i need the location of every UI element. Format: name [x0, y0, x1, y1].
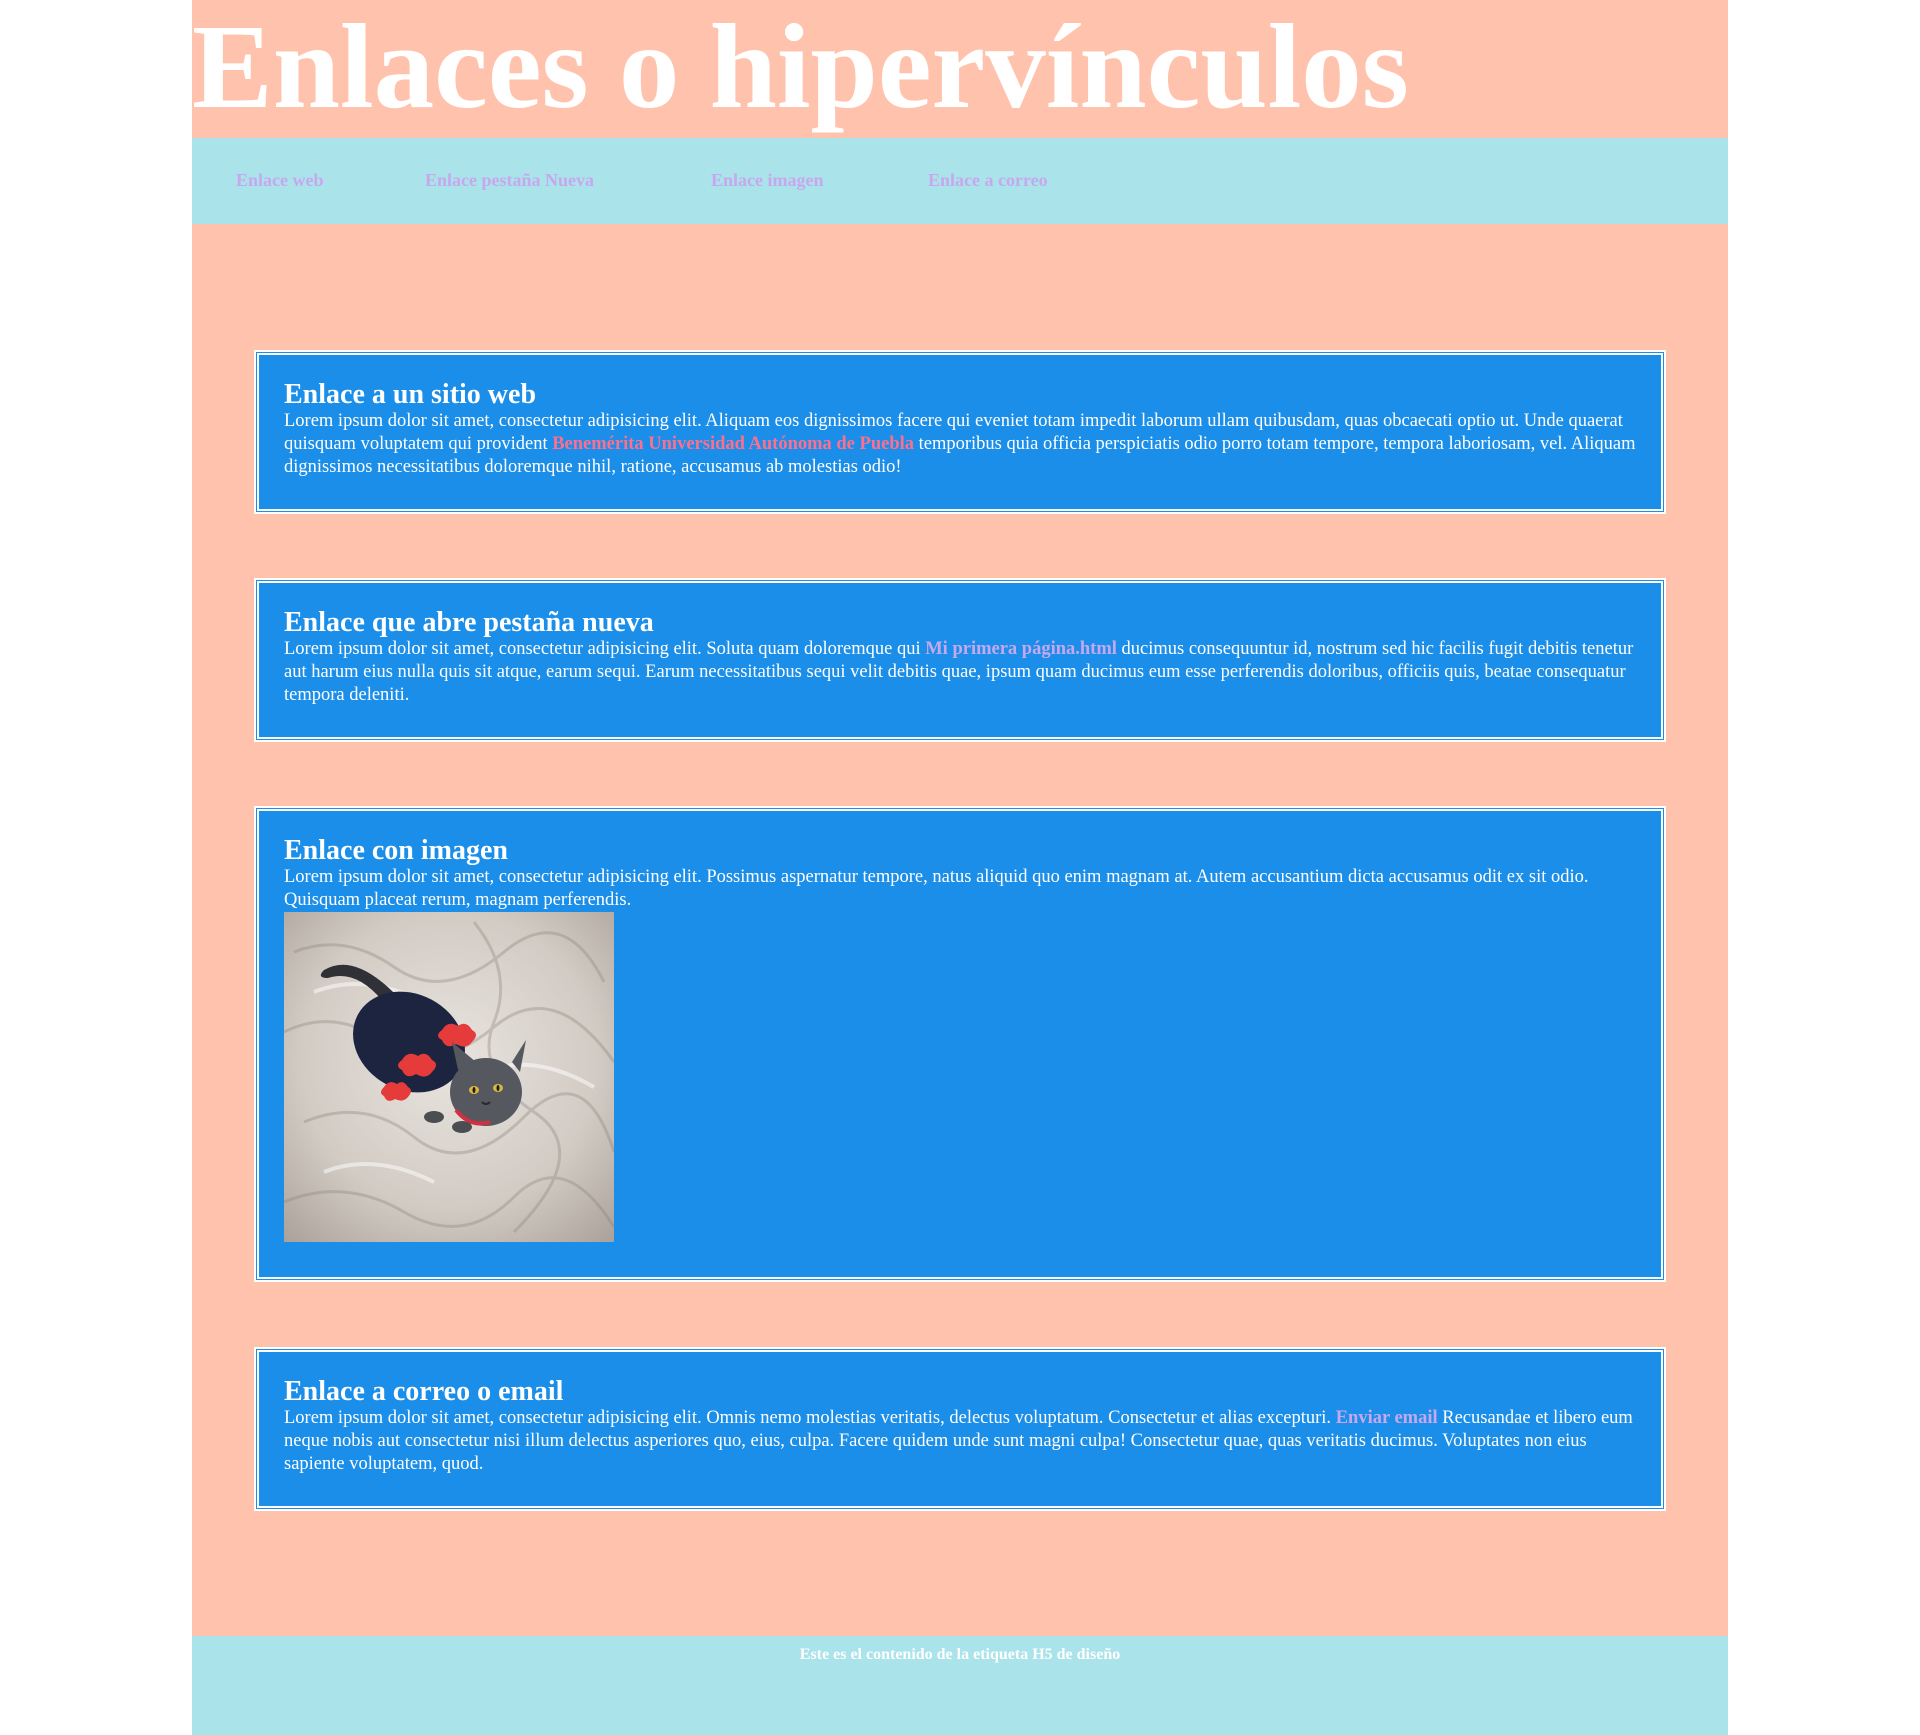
- section-website-link: Enlace a un sitio web Lorem ipsum dolor …: [254, 350, 1666, 514]
- footer-text: Este es el contenido de la etiqueta H5 d…: [799, 1646, 1121, 1663]
- section-paragraph: Lorem ipsum dolor sit amet, consectetur …: [284, 1408, 1633, 1474]
- nav-link-image[interactable]: Enlace imagen: [711, 170, 824, 190]
- section-image-link: Enlace con imagen Lorem ipsum dolor sit …: [254, 806, 1666, 1282]
- cat-image-link[interactable]: [284, 912, 614, 1242]
- main-nav: Enlace web Enlace pestaña Nueva Enlace i…: [192, 138, 1728, 224]
- section-heading: Enlace con imagen: [284, 835, 508, 866]
- page-header: Enlaces o hipervínculos: [192, 0, 1728, 138]
- section-heading: Enlace a un sitio web: [284, 379, 537, 410]
- first-page-link[interactable]: Mi primera página.html: [925, 639, 1117, 659]
- section-paragraph: Lorem ipsum dolor sit amet, consectetur …: [284, 867, 1589, 910]
- section-heading: Enlace a correo o email: [284, 1376, 564, 1407]
- section-paragraph: Lorem ipsum dolor sit amet, consectetur …: [284, 411, 1636, 477]
- send-email-link[interactable]: Enviar email: [1336, 1408, 1438, 1428]
- nav-link-web[interactable]: Enlace web: [236, 170, 324, 190]
- buap-link[interactable]: Benemérita Universidad Autónoma de Puebl…: [552, 434, 914, 454]
- section-email-link: Enlace a correo o email Lorem ipsum dolo…: [254, 1347, 1666, 1511]
- nav-link-new-tab[interactable]: Enlace pestaña Nueva: [425, 170, 594, 190]
- nav-link-email[interactable]: Enlace a correo: [928, 170, 1048, 190]
- page: Enlaces o hipervínculos Enlace web Enlac…: [192, 0, 1728, 1735]
- cat-photo: [284, 912, 614, 1242]
- page-footer: Este es el contenido de la etiqueta H5 d…: [192, 1636, 1728, 1735]
- section-paragraph: Lorem ipsum dolor sit amet, consectetur …: [284, 639, 1634, 705]
- section-heading: Enlace que abre pestaña nueva: [284, 607, 654, 638]
- page-title: Enlaces o hipervínculos: [192, 0, 1409, 134]
- section-new-tab-link: Enlace que abre pestaña nueva Lorem ipsu…: [254, 578, 1666, 742]
